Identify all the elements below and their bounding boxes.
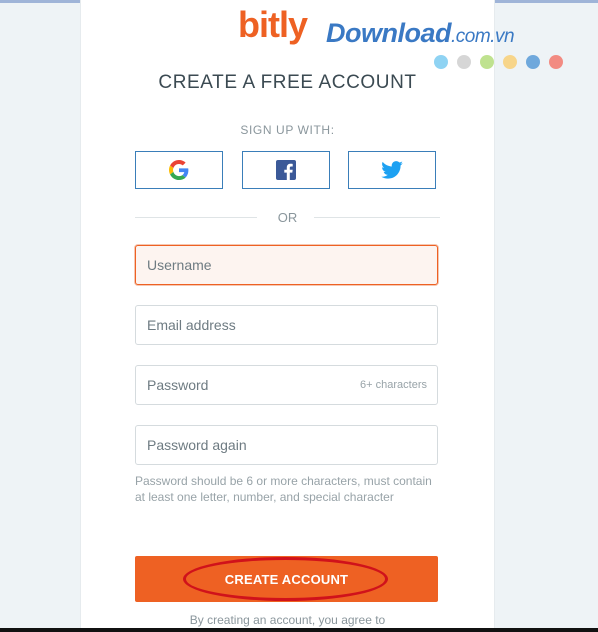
watermark-site-name: Download — [326, 18, 452, 48]
password-length-hint: 6+ characters — [360, 379, 427, 391]
watermark-site-suffix: .com.vn — [451, 26, 515, 47]
watermark-site: Download.com.vn — [326, 18, 515, 49]
watermark-dot — [457, 55, 471, 69]
or-divider-right — [314, 217, 440, 218]
watermark-dot — [526, 55, 540, 69]
email-input[interactable] — [136, 306, 437, 344]
window-bottom-edge — [0, 628, 598, 632]
watermark-dot — [480, 55, 494, 69]
signup-panel: CREATE A FREE ACCOUNT SIGN UP WITH: OR 6… — [80, 0, 495, 628]
watermark-dot — [549, 55, 563, 69]
watermark-dots — [434, 55, 563, 69]
google-icon — [169, 160, 189, 180]
watermark-brand: bitly — [238, 4, 308, 45]
page-title: CREATE A FREE ACCOUNT — [158, 72, 417, 93]
password-again-input[interactable] — [136, 426, 437, 464]
password-requirements-note: Password should be 6 or more characters,… — [135, 474, 432, 504]
password-field: 6+ characters — [135, 365, 438, 405]
watermark-dot — [434, 55, 448, 69]
password-again-field — [135, 425, 438, 465]
sign-up-with-label: SIGN UP WITH: — [240, 123, 335, 137]
twitter-signup-button[interactable] — [348, 151, 436, 189]
username-field — [135, 245, 438, 285]
facebook-icon — [276, 160, 296, 180]
username-input[interactable] — [136, 246, 437, 284]
terms-text: By creating an account, you agree to — [189, 613, 386, 627]
create-account-button[interactable]: CREATE ACCOUNT — [135, 556, 438, 602]
twitter-icon — [381, 161, 403, 179]
watermark-dot — [503, 55, 517, 69]
facebook-signup-button[interactable] — [242, 151, 330, 189]
google-signup-button[interactable] — [135, 151, 223, 189]
email-field — [135, 305, 438, 345]
site-watermark: bitly Download.com.vn — [238, 4, 568, 74]
